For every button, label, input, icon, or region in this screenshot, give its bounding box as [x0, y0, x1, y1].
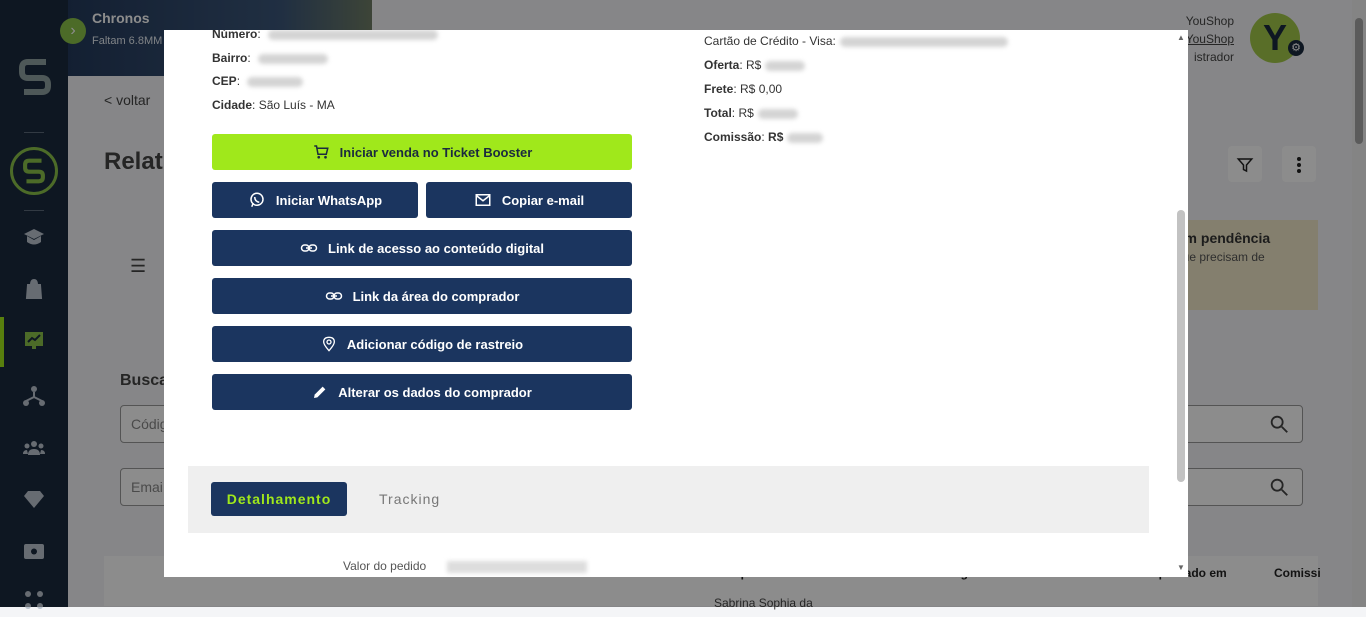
add-tracking-code-button[interactable]: Adicionar código de rastreio [212, 326, 632, 362]
address-cep: CEP: [212, 74, 304, 88]
cidade-value: São Luís - MA [258, 98, 335, 112]
payment-frete: Frete: R$ 0,00 [704, 82, 783, 96]
scroll-down-arrow-icon[interactable]: ▼ [1177, 563, 1185, 572]
copy-email-label: Copiar e-mail [501, 192, 585, 208]
whatsapp-button[interactable]: Iniciar WhatsApp [212, 182, 418, 218]
details-tabs-bar: Detalhamento Tracking [188, 466, 1149, 533]
link-icon [300, 244, 318, 252]
edit-buyer-data-button[interactable]: Alterar os dados do comprador [212, 374, 632, 410]
tab-tracking[interactable]: Tracking [366, 482, 453, 516]
address-cidade: Cidade: São Luís - MA [212, 98, 335, 112]
buyer-area-link-button[interactable]: Link da área do comprador [212, 278, 632, 314]
edit-buyer-data-label: Alterar os dados do comprador [338, 384, 532, 400]
link-icon [325, 292, 342, 300]
whatsapp-icon [250, 192, 264, 208]
payment-total: Total: R$ [704, 106, 798, 120]
scroll-up-arrow-icon[interactable]: ▲ [1177, 33, 1185, 42]
digital-content-link-label: Link de acesso ao conteúdo digital [328, 240, 544, 256]
digital-content-link-button[interactable]: Link de acesso ao conteúdo digital [212, 230, 632, 266]
pencil-icon [314, 386, 326, 398]
address-numero: Número: [212, 30, 439, 41]
buyer-area-link-label: Link da área do comprador [352, 288, 520, 304]
location-pin-icon [322, 336, 335, 352]
ticket-booster-label: Iniciar venda no Ticket Booster [339, 144, 533, 160]
modal-scrollbar-thumb[interactable] [1177, 210, 1185, 482]
order-value-redacted [447, 561, 587, 573]
shopping-cart-icon [313, 145, 329, 159]
payment-oferta: Oferta: R$ [704, 58, 806, 72]
mail-icon [475, 194, 491, 206]
address-bairro: Bairro: [212, 51, 329, 65]
ticket-booster-button[interactable]: Iniciar venda no Ticket Booster [212, 134, 632, 170]
copy-email-button[interactable]: Copiar e-mail [426, 182, 632, 218]
whatsapp-label: Iniciar WhatsApp [275, 192, 383, 208]
order-value-label: Valor do pedido [343, 559, 427, 573]
order-details-modal: Número: Bairro: CEP: Cidade: São Luís - … [164, 30, 1188, 577]
tab-detalhamento[interactable]: Detalhamento [211, 482, 347, 516]
payment-method: Cartão de Crédito - Visa: [704, 34, 1008, 48]
payment-comissao: Comissão: R$ [704, 130, 824, 144]
add-tracking-code-label: Adicionar código de rastreio [346, 336, 524, 352]
